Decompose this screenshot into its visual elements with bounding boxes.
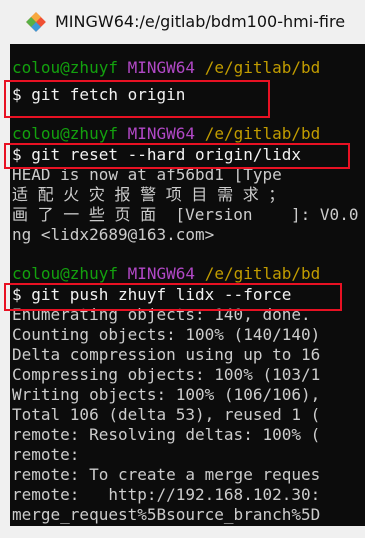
title-bar[interactable]: MINGW64:/e/gitlab/bdm100-hmi-fire [0, 0, 365, 44]
prompt-line-3: colou@zhuyf MINGW64 /e/gitlab/bd [12, 264, 320, 284]
output-line: ng <lidx2689@163.com> [12, 225, 215, 244]
prompt-env: MINGW64 [127, 124, 196, 143]
window-bottom-edge [0, 526, 365, 538]
prompt-env: MINGW64 [127, 58, 196, 77]
output-line: merge_request%5Bsource_branch%5D [12, 505, 321, 524]
output-line: remote: [12, 445, 80, 464]
prompt-path: /e/gitlab/bd [204, 264, 321, 283]
prompt-user-host: colou@zhuyf [12, 58, 118, 77]
prompt-path: /e/gitlab/bd [204, 124, 321, 143]
output-line: Compressing objects: 100% (103/1 [12, 365, 321, 384]
output-line: Delta compression using up to 16 [12, 345, 321, 364]
prompt-path: /e/gitlab/bd [204, 58, 321, 77]
output-line: Writing objects: 100% (106/106), [12, 385, 321, 404]
output-line: remote: http://192.168.102.30: [12, 485, 321, 504]
output-line: 适 配 火 灾 报 警 项 目 需 求 ； [12, 185, 285, 204]
prompt-user-host: colou@zhuyf [12, 124, 118, 143]
prompt-env: MINGW64 [127, 264, 196, 283]
output-line: 画 了 一 些 页 面 [Version ]: V0.0 [12, 205, 359, 224]
output-line: remote: To create a merge reques [12, 465, 321, 484]
highlight-box-fetch [4, 80, 270, 118]
prompt-line-1: colou@zhuyf MINGW64 /e/gitlab/bd [12, 58, 320, 78]
git-bash-icon [26, 12, 46, 32]
output-line: remote: Resolving deltas: 100% ( [12, 425, 321, 444]
output-line: Counting objects: 100% (140/140) [12, 325, 321, 344]
window-title: MINGW64:/e/gitlab/bdm100-hmi-fire [55, 12, 346, 31]
highlight-box-reset [4, 143, 350, 169]
prompt-user-host: colou@zhuyf [12, 264, 118, 283]
highlight-box-push [4, 283, 342, 311]
output-line: Total 106 (delta 53), reused 1 ( [12, 405, 321, 424]
prompt-line-2: colou@zhuyf MINGW64 /e/gitlab/bd [12, 124, 320, 144]
